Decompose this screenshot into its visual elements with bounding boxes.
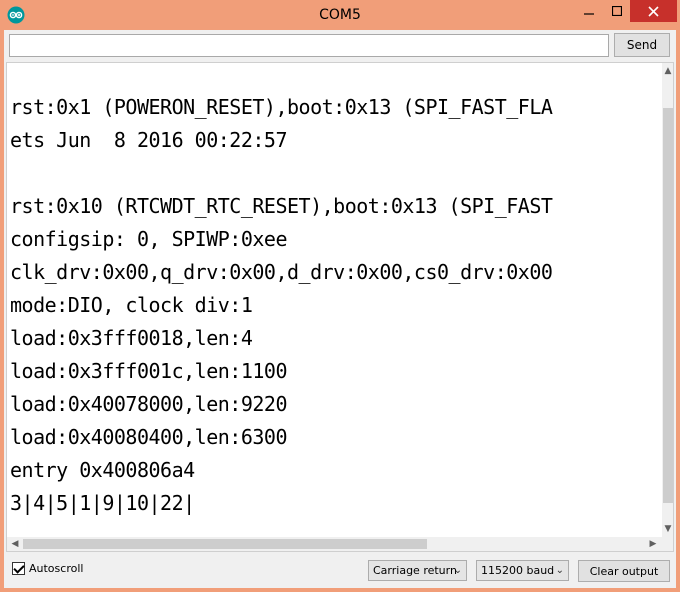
clear-output-button[interactable]: Clear output	[578, 560, 670, 582]
minimize-icon	[584, 13, 594, 15]
send-button[interactable]: Send	[614, 33, 670, 57]
output-line: load:0x40080400,len:6300	[10, 425, 287, 449]
serial-output[interactable]: rst:0x1 (POWERON_RESET),boot:0x13 (SPI_F…	[6, 62, 674, 552]
line-ending-value: Carriage return	[373, 564, 457, 577]
output-line: load:0x3fff001c,len:1100	[10, 359, 287, 383]
client-area: Send rst:0x1 (POWERON_RESET),boot:0x13 (…	[4, 30, 676, 588]
autoscroll-toggle[interactable]: Autoscroll	[12, 562, 83, 575]
close-button[interactable]	[630, 0, 677, 22]
footer-bar: Autoscroll Carriage return ⌄ 115200 baud…	[4, 556, 676, 584]
close-icon	[648, 5, 659, 17]
output-line: entry 0x400806a4	[10, 458, 195, 482]
minimize-button[interactable]	[575, 0, 603, 22]
scroll-right-icon[interactable]: ▶	[647, 538, 659, 550]
maximize-icon	[611, 6, 622, 16]
scroll-down-icon[interactable]: ▼	[662, 523, 673, 535]
baud-rate-value: 115200 baud	[481, 564, 555, 577]
vertical-scroll-thumb[interactable]	[663, 108, 673, 503]
output-line: clk_drv:0x00,q_drv:0x00,d_drv:0x00,cs0_d…	[10, 260, 553, 284]
output-line: ets Jun 8 2016 00:22:57	[10, 128, 287, 152]
output-line: 3|4|5|1|9|10|22|	[10, 491, 195, 515]
chevron-down-icon: ⌄	[453, 565, 462, 576]
serial-monitor-window: COM5 Send rst:0x1 (POWERON_RESET),boot:0…	[0, 0, 680, 592]
scroll-up-icon[interactable]: ▲	[662, 65, 673, 77]
output-line: rst:0x1 (POWERON_RESET),boot:0x13 (SPI_F…	[10, 95, 553, 119]
vertical-scrollbar[interactable]: ▲ ▼	[662, 63, 673, 537]
output-line: mode:DIO, clock div:1	[10, 293, 253, 317]
scroll-left-icon[interactable]: ◀	[9, 538, 21, 550]
horizontal-scrollbar[interactable]: ◀ ▶	[7, 537, 662, 551]
output-line: configsip: 0, SPIWP:0xee	[10, 227, 287, 251]
line-ending-select[interactable]: Carriage return ⌄	[368, 560, 467, 581]
maximize-button[interactable]	[603, 0, 630, 22]
horizontal-scroll-thumb[interactable]	[23, 539, 427, 549]
baud-rate-select[interactable]: 115200 baud ⌄	[476, 560, 569, 581]
output-text: rst:0x1 (POWERON_RESET),boot:0x13 (SPI_F…	[10, 63, 660, 551]
autoscroll-checkbox[interactable]	[12, 562, 25, 575]
output-line: rst:0x10 (RTCWDT_RTC_RESET),boot:0x13 (S…	[10, 194, 553, 218]
output-line: load:0x40078000,len:9220	[10, 392, 287, 416]
scrollbar-corner	[662, 537, 673, 551]
serial-input[interactable]	[9, 34, 609, 57]
output-line: load:0x3fff0018,len:4	[10, 326, 253, 350]
autoscroll-label: Autoscroll	[29, 562, 84, 575]
chevron-down-icon: ⌄	[555, 565, 564, 576]
title-bar[interactable]: COM5	[0, 0, 680, 30]
